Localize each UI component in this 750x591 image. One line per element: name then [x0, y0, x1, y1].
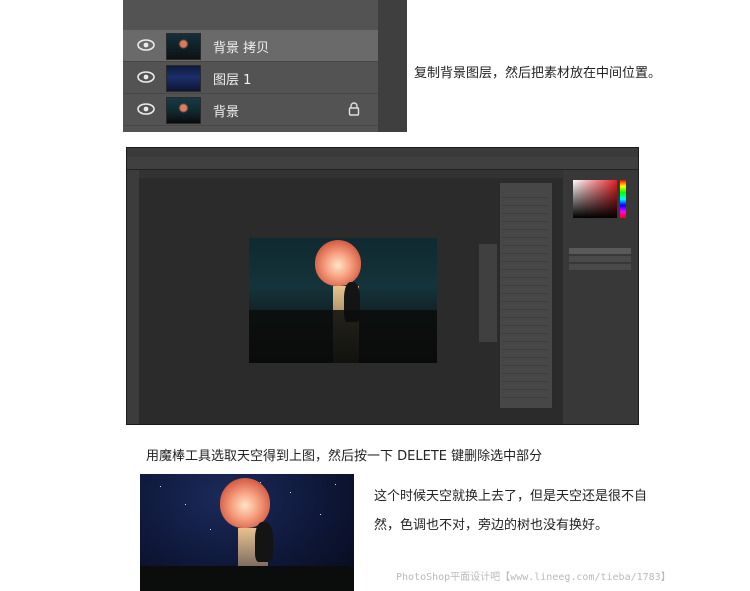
hue-slider[interactable]: [620, 180, 626, 218]
eye-icon[interactable]: [137, 102, 155, 116]
eye-icon[interactable]: [137, 70, 155, 84]
history-panel: [499, 182, 553, 409]
watermark: PhotoShop平面设计吧【www.lineeg.com/tieba/1783…: [396, 572, 671, 583]
layer-row-background-copy[interactable]: 背景 拷贝: [123, 30, 378, 62]
person-silhouette: [255, 522, 273, 562]
caption-step-1: 复制背景图层，然后把素材放在中间位置。: [414, 66, 662, 81]
trees: [249, 310, 437, 363]
canvas-image: [249, 238, 437, 363]
menu-bar: [127, 148, 638, 157]
layer-name: 图层 1: [213, 73, 252, 88]
layer-row-layer-1[interactable]: 图层 1: [123, 62, 378, 94]
layers-panel-small-row: [569, 264, 631, 270]
photoshop-screenshot: [126, 147, 639, 425]
color-picker[interactable]: [573, 180, 617, 218]
lantern: [220, 478, 270, 528]
layers-panel-small-row: [569, 248, 631, 254]
layer-thumbnail: [166, 97, 201, 124]
lantern: [315, 240, 361, 286]
eye-icon[interactable]: [137, 38, 155, 52]
tools-panel: [127, 170, 139, 424]
layers-panel: 背景 拷贝 图层 1 背景: [123, 0, 407, 132]
layers-panel-small-row: [569, 256, 631, 262]
layer-thumbnail: [166, 65, 201, 92]
small-panel: [479, 244, 497, 342]
result-photo: [140, 474, 354, 591]
layer-name: 背景: [213, 105, 240, 120]
layer-thumbnail: [166, 33, 201, 60]
caption-step-3-line-1: 这个时候天空就换上去了，但是天空还是很不自: [374, 489, 648, 504]
lock-icon: [348, 102, 360, 116]
options-bar: [127, 157, 638, 170]
caption-step-3-line-2: 然，色调也不对，旁边的树也没有换好。: [374, 518, 609, 533]
layer-name: 背景 拷贝: [213, 41, 270, 56]
document-tabs: [139, 170, 569, 178]
panel-scroll-area: [378, 0, 407, 132]
trees: [140, 566, 354, 591]
layer-row-background[interactable]: 背景: [123, 94, 378, 126]
caption-step-2: 用魔棒工具选取天空得到上图，然后按一下 DELETE 键删除选中部分: [146, 449, 543, 464]
